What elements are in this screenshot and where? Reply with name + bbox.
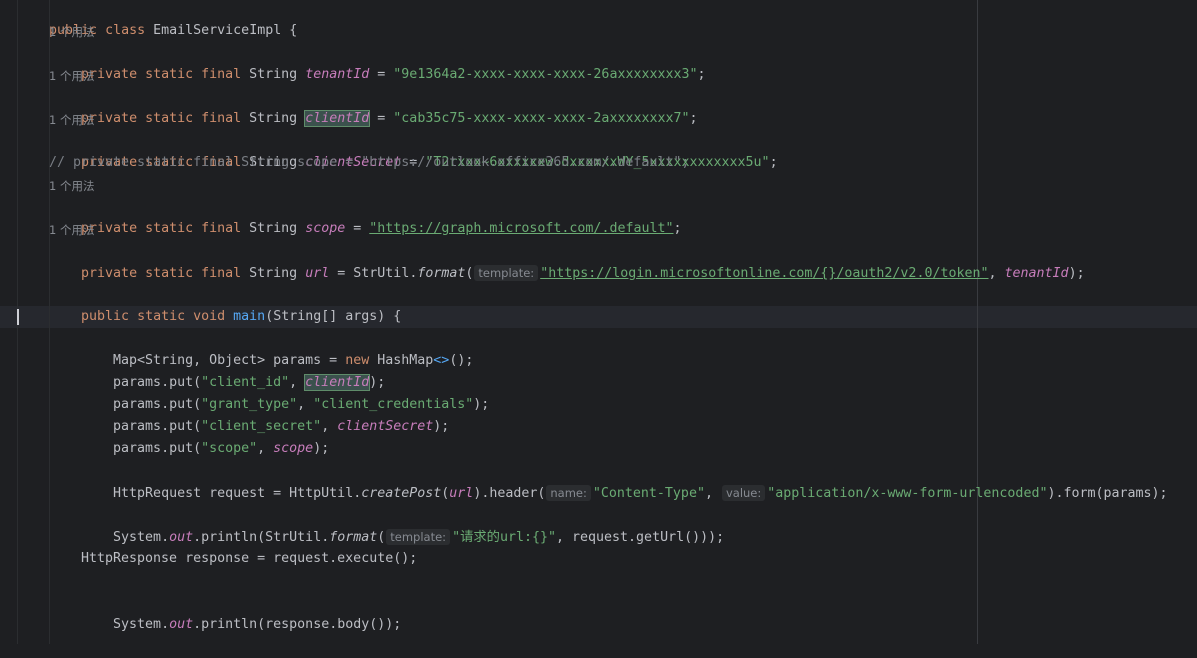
method-call: .println(StrUtil. — [193, 530, 330, 545]
field-name[interactable]: url — [305, 266, 329, 281]
code-line-main: public static void main(String[] args) { — [49, 284, 401, 324]
type-name: HashMap — [377, 353, 434, 368]
class-name: EmailServiceImpl — [153, 23, 282, 38]
usage-hint[interactable]: 1 个用法 — [49, 109, 94, 131]
argument[interactable]: url — [449, 486, 473, 501]
method-call: ).header( — [473, 486, 546, 501]
code-line-scope: private static final String scope = "htt… — [81, 221, 682, 236]
call-end: , request.getUrl())); — [556, 530, 725, 545]
usage-hint[interactable]: 1 个用法 — [49, 21, 94, 43]
code-line-tenant-id: private static final String tenantId = "… — [81, 67, 706, 82]
code-line-client-secret: private static final String clientSecret… — [81, 155, 778, 170]
class-ref: StrUtil. — [353, 266, 418, 281]
class-ref: System. — [113, 617, 170, 632]
code-line-put-client-secret: params.put("client_secret", clientSecret… — [113, 419, 450, 434]
parameter-hint: name: — [546, 485, 591, 501]
type-name: String — [249, 67, 298, 82]
method-call[interactable]: format — [329, 530, 377, 545]
static-field[interactable]: out — [169, 617, 193, 632]
field-name[interactable]: scope — [305, 221, 345, 236]
code-line-http-request: HttpRequest request = HttpUtil.createPos… — [113, 485, 1168, 501]
string-literal-link[interactable]: "https://graph.microsoft.com/.default" — [369, 221, 673, 236]
code-line-println-url: System.out.println(StrUtil.format(templa… — [113, 529, 725, 545]
comment: // private static final String scope = "… — [49, 155, 690, 170]
parameter-hint: value: — [721, 485, 766, 501]
type-name: String — [249, 221, 298, 236]
right-margin-guide — [977, 0, 978, 644]
brace: { — [289, 23, 298, 38]
code-line-url: private static final String url = StrUti… — [81, 265, 1085, 281]
method-call[interactable]: format — [417, 266, 465, 281]
method-params: (String[] args) { — [265, 309, 402, 324]
call-end: .println(response.body()); — [193, 617, 402, 632]
call-end: ).form(params); — [1047, 486, 1168, 501]
modifiers: private static final — [81, 266, 242, 281]
statement: HttpResponse response = request.execute(… — [81, 551, 418, 566]
code-line-class-decl: public class EmailServiceImpl { — [17, 0, 297, 38]
string-literal: "请求的url:{}" — [452, 530, 556, 545]
call-end: ); — [433, 419, 450, 434]
code-line-println-body: System.out.println(response.body()); — [81, 592, 401, 632]
parameter-hint: template: — [386, 529, 451, 545]
string-literal-link[interactable]: "https://login.microsoftonline.com/{}/oa… — [540, 266, 988, 281]
call-end: (); — [449, 353, 474, 368]
code-line-client-id: private static final String clientId = "… — [81, 110, 698, 127]
declaration: HttpRequest request = HttpUtil. — [113, 486, 362, 501]
static-field[interactable]: out — [169, 530, 193, 545]
parameter-hint: template: — [474, 265, 539, 281]
usage-hint[interactable]: 1 个用法 — [49, 219, 94, 241]
string-literal: "cab35c75-xxxx-xxxx-xxxx-2axxxxxxxx7" — [393, 111, 690, 126]
call-end: ); — [473, 397, 490, 412]
text-caret — [17, 309, 19, 325]
string-literal: "application/x-www-form-urlencoded" — [767, 486, 1048, 501]
call-end: ); — [313, 441, 330, 456]
modifiers: private static final — [81, 221, 242, 236]
method-call: params.put( — [113, 441, 202, 456]
type-name: String — [249, 111, 298, 126]
string-literal: "9e1364a2-xxxx-xxxx-xxxx-26axxxxxxxx3" — [393, 67, 698, 82]
field-name[interactable]: tenantId — [305, 67, 369, 82]
argument[interactable]: clientSecret — [337, 419, 433, 434]
modifiers: private static final — [81, 111, 242, 126]
code-line-comment: // private static final String scope = "… — [49, 152, 689, 174]
usage-hint[interactable]: 1 个用法 — [49, 175, 94, 197]
method-name[interactable]: main — [233, 309, 265, 324]
modifiers: private static final — [81, 67, 242, 82]
method-call[interactable]: createPost — [361, 486, 441, 501]
usage-hint[interactable]: 1 个用法 — [49, 65, 94, 87]
argument[interactable]: scope — [273, 441, 313, 456]
type-name: String — [249, 266, 298, 281]
code-line-put-scope: params.put("scope", scope); — [113, 441, 330, 456]
diamond-operator: <> — [433, 353, 450, 368]
code-editor[interactable]: public class EmailServiceImpl { 1 个用法 pr… — [0, 0, 1197, 644]
field-name-highlighted[interactable]: clientId — [304, 110, 371, 127]
argument[interactable]: tenantId — [1005, 266, 1069, 281]
string-literal: "scope" — [201, 441, 258, 456]
string-literal: "Content-Type" — [592, 486, 705, 501]
code-line-response: HttpResponse response = request.execute(… — [81, 548, 417, 570]
code-line-put-client-id: params.put("client_id", clientId); — [113, 374, 386, 391]
keyword: public static void — [81, 309, 226, 324]
code-line-map: Map<String, Object> params = new HashMap… — [81, 328, 473, 368]
code-line-put-grant-type: params.put("grant_type", "client_credent… — [113, 397, 490, 412]
class-ref: System. — [113, 530, 170, 545]
